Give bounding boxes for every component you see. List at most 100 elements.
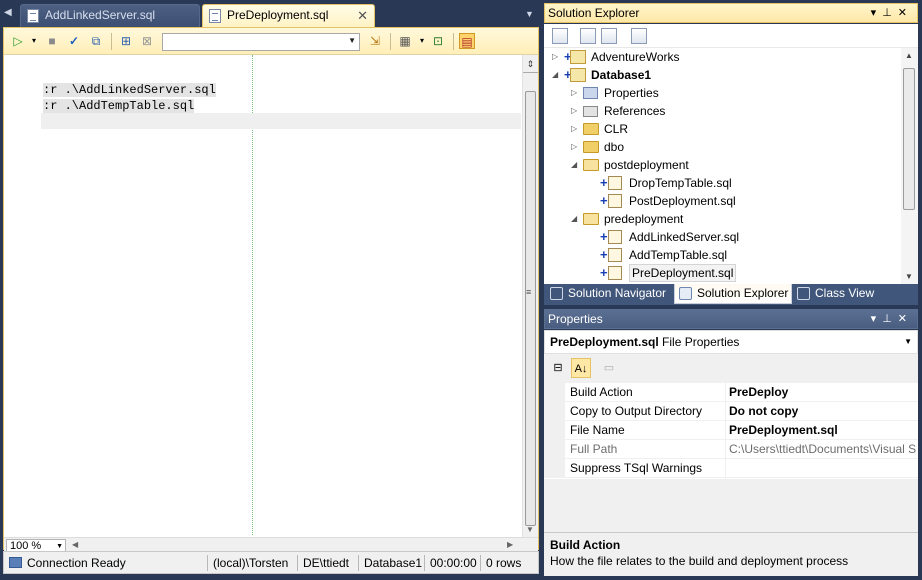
- database-select[interactable]: ▼: [162, 33, 360, 51]
- pin-icon[interactable]: ⊥: [882, 7, 898, 19]
- show-all-files-icon[interactable]: [580, 28, 596, 44]
- property-row[interactable]: File Name PreDeployment.sql: [544, 421, 918, 440]
- sql-file-icon: [608, 248, 622, 262]
- tab-class-view[interactable]: Class View: [793, 284, 883, 304]
- window-buttons: ▾⊥✕: [871, 310, 913, 328]
- alphabetical-icon[interactable]: A↓: [571, 358, 591, 378]
- tab-addlinkedserver[interactable]: AddLinkedServer.sql: [20, 4, 200, 27]
- tree-item-label: dbo: [604, 140, 625, 154]
- close-icon[interactable]: ✕: [898, 313, 913, 325]
- categorized-icon[interactable]: ⊟: [548, 358, 568, 378]
- close-icon[interactable]: ✕: [898, 7, 913, 19]
- active-files-dropdown-icon[interactable]: ▼: [525, 8, 537, 20]
- scroll-left-icon[interactable]: ◀: [72, 540, 78, 549]
- window-buttons: ▾⊥✕: [871, 4, 913, 22]
- collapse-icon[interactable]: ◢: [571, 210, 581, 228]
- expand-icon[interactable]: ▷: [571, 84, 581, 102]
- show-results-pane-icon[interactable]: ▤: [459, 33, 475, 49]
- server-name: (local)\Torsten: [213, 556, 289, 570]
- validate-syntax-icon[interactable]: ✓: [66, 33, 82, 49]
- code-line[interactable]: :r .\AddTempTable.sql: [41, 98, 521, 114]
- editor-vertical-scrollbar[interactable]: ⇕ ≡ ▼: [522, 55, 538, 537]
- disconnect-icon[interactable]: ⊠: [139, 33, 155, 49]
- source-control-add-icon: +: [600, 229, 608, 244]
- expand-icon[interactable]: ▷: [571, 102, 581, 120]
- expand-icon[interactable]: ▷: [571, 120, 581, 138]
- database-project-icon: [570, 50, 586, 64]
- scroll-down-icon[interactable]: ▼: [905, 272, 913, 281]
- tab-predeployment[interactable]: PreDeployment.sql ✕: [202, 4, 375, 27]
- tree-item-label: predeployment: [604, 212, 684, 226]
- refresh-icon[interactable]: [601, 28, 617, 44]
- object-type: File Properties: [662, 335, 740, 349]
- tree-item-label: Database1: [591, 68, 652, 82]
- results-dropdown-icon[interactable]: ▾: [414, 33, 430, 49]
- scroll-up-icon[interactable]: ▲: [905, 51, 913, 60]
- pin-icon[interactable]: ⊥: [882, 313, 898, 325]
- view-schema-icon[interactable]: [631, 28, 647, 44]
- references-icon: [583, 106, 598, 117]
- window-position-icon[interactable]: ▾: [871, 7, 883, 19]
- code-line[interactable]: :r .\AddLinkedServer.sql: [41, 82, 521, 98]
- property-name: Build Action: [570, 385, 633, 399]
- folder-icon: [583, 123, 599, 135]
- tree-item-label: References: [604, 104, 666, 118]
- property-value[interactable]: [725, 459, 918, 478]
- scroll-thumb[interactable]: [525, 91, 536, 526]
- property-value[interactable]: PreDeploy: [725, 383, 918, 402]
- tab-solution-navigator[interactable]: Solution Navigator: [546, 284, 674, 304]
- property-grid: Build Action PreDeploy Copy to Output Dire…: [544, 383, 918, 479]
- sql-file-icon: [209, 9, 221, 23]
- properties-icon[interactable]: [552, 28, 568, 44]
- property-row[interactable]: Build Action PreDeploy: [544, 383, 918, 402]
- connect-icon[interactable]: ⧉: [88, 33, 104, 49]
- collapse-icon[interactable]: ◢: [552, 66, 562, 84]
- connection-icon: [9, 557, 22, 568]
- tree-item-label: CLR: [604, 122, 629, 136]
- property-row[interactable]: Copy to Output Directory Do not copy: [544, 402, 918, 421]
- property-description: Build Action How the file relates to the…: [544, 532, 918, 576]
- toolbar-separator: [111, 33, 112, 50]
- property-value[interactable]: Do not copy: [725, 402, 918, 421]
- tree-item-label: PostDeployment.sql: [629, 194, 736, 208]
- properties-title-bar[interactable]: Properties ▾⊥✕: [544, 309, 918, 329]
- property-row[interactable]: Full Path C:\Users\ttiedt\Documents\Visua…: [544, 440, 918, 459]
- sql-editor-toolbar: ▷ ▾ ■ ✓ ⧉ ⊞ ⊠ ▼ ⇲ ▦ ▾ ⊡ ▤: [4, 28, 538, 55]
- scroll-right-icon[interactable]: ▶: [507, 540, 513, 549]
- class-view-icon: [797, 287, 810, 300]
- change-connection-icon[interactable]: ⊞: [118, 33, 134, 49]
- scroll-thumb[interactable]: [903, 68, 915, 210]
- cancel-query-icon[interactable]: ■: [44, 33, 60, 49]
- solution-explorer-scrollbar[interactable]: ▲ ▼: [901, 48, 918, 284]
- property-value[interactable]: PreDeployment.sql: [725, 421, 918, 440]
- code-editor[interactable]: :r .\AddLinkedServer.sql :r .\AddTempTab…: [4, 55, 522, 537]
- execute-icon[interactable]: ▷: [10, 33, 26, 49]
- properties-object-selector[interactable]: PreDeployment.sql File Properties ▼: [544, 330, 918, 354]
- description-text: How the file relates to the build and de…: [550, 554, 849, 568]
- expand-icon[interactable]: ▷: [552, 48, 562, 66]
- execute-dropdown-icon[interactable]: ▾: [26, 33, 42, 49]
- property-value[interactable]: C:\Users\ttiedt\Documents\Visual S: [725, 440, 918, 459]
- scroll-down-icon[interactable]: ▼: [526, 525, 534, 534]
- description-title: Build Action: [550, 538, 621, 552]
- folder-icon: [583, 141, 599, 153]
- window-position-icon[interactable]: ▾: [871, 313, 883, 325]
- tab-scroll-left-icon[interactable]: ◀: [4, 6, 14, 20]
- display-estimated-plan-icon[interactable]: ⇲: [367, 33, 383, 49]
- property-row[interactable]: Suppress TSql Warnings: [544, 459, 918, 478]
- include-actual-plan-icon[interactable]: ⊡: [430, 33, 446, 49]
- status-divider: [207, 555, 208, 571]
- tree-item-label: postdeployment: [604, 158, 689, 172]
- expand-icon[interactable]: ▷: [571, 138, 581, 156]
- tree-item-label: AdventureWorks: [591, 50, 680, 64]
- properties-toolbar: ⊟ A↓ ▭: [544, 356, 918, 380]
- close-tab-icon[interactable]: ✕: [357, 5, 368, 26]
- tab-label: Solution Navigator: [568, 286, 667, 300]
- property-pages-icon[interactable]: ▭: [599, 358, 619, 378]
- solution-explorer-title-bar[interactable]: Solution Explorer ▾⊥✕: [544, 3, 918, 23]
- split-handle-icon[interactable]: ⇕: [523, 55, 538, 73]
- sql-file-icon: [608, 194, 622, 208]
- results-to-grid-icon[interactable]: ▦: [397, 33, 413, 49]
- collapse-icon[interactable]: ◢: [571, 156, 581, 174]
- tab-solution-explorer[interactable]: Solution Explorer: [674, 284, 792, 304]
